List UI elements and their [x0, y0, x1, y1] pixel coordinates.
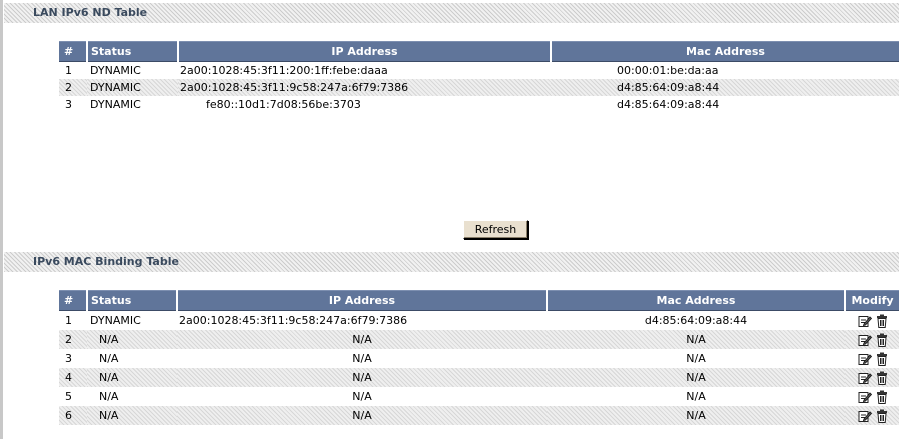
row-modify [845, 406, 899, 425]
edit-icon[interactable] [858, 352, 872, 366]
table-row: 4 N/A N/A N/A [59, 368, 899, 387]
trash-icon[interactable] [875, 352, 889, 366]
row-status: DYNAMIC [87, 79, 178, 96]
row-status: N/A [99, 352, 119, 365]
trash-icon[interactable] [875, 409, 889, 423]
table-row: 2 DYNAMIC 2a00:1028:45:3f11:9c58:247a:6f… [59, 79, 899, 96]
trash-icon[interactable] [875, 314, 889, 328]
col-ip-header: IP Address [178, 41, 552, 62]
row-status: N/A [87, 406, 177, 425]
row-modify [845, 311, 899, 331]
table-row: 3 N/A N/A N/A [59, 349, 899, 368]
row-modify [845, 387, 899, 406]
row-mac: N/A [547, 330, 845, 349]
row-ip: N/A [352, 352, 372, 365]
trash-icon[interactable] [875, 333, 889, 347]
row-num: 1 [65, 64, 72, 77]
row-mac: N/A [547, 406, 845, 425]
row-mac: N/A [686, 390, 706, 403]
table-row: 6 N/A N/A N/A [59, 406, 899, 425]
row-mac: N/A [686, 352, 706, 365]
row-status: DYNAMIC [90, 314, 141, 327]
row-num: 6 [59, 406, 87, 425]
nd-table-title: LAN IPv6 ND Table [4, 3, 899, 23]
refresh-button[interactable]: Refresh [463, 220, 528, 239]
left-border [0, 0, 3, 439]
trash-icon[interactable] [875, 371, 889, 385]
row-mac: 00:00:01:be:da:aa [617, 64, 719, 77]
col-mac-header: Mac Address [551, 41, 899, 62]
edit-icon[interactable] [858, 371, 872, 385]
edit-icon[interactable] [858, 390, 872, 404]
col-ip-header: IP Address [177, 290, 548, 311]
binding-table-header-row: # Status IP Address Mac Address Modify [59, 290, 899, 311]
row-modify [845, 349, 899, 368]
col-num-header: # [59, 290, 88, 311]
table-row: 3 DYNAMIC fe80::10d1:7d08:56be:3703 d4:8… [59, 96, 899, 113]
col-status-header: Status [87, 290, 178, 311]
table-row: 5 N/A N/A N/A [59, 387, 899, 406]
col-modify-header: Modify [845, 290, 899, 311]
row-mac: N/A [547, 368, 845, 387]
row-ip: 2a00:1028:45:3f11:9c58:247a:6f79:7386 [179, 314, 408, 327]
row-status: N/A [87, 368, 177, 387]
col-mac-header: Mac Address [547, 290, 846, 311]
col-status-header: Status [87, 41, 179, 62]
row-ip: N/A [352, 390, 372, 403]
mac-binding-table: # Status IP Address Mac Address Modify 1… [59, 290, 899, 425]
table-row: 1 DYNAMIC 2a00:1028:45:3f11:9c58:247a:6f… [59, 311, 899, 331]
row-num: 3 [65, 352, 72, 365]
table-row: 2 N/A N/A N/A [59, 330, 899, 349]
row-modify [845, 330, 899, 349]
row-mac: d4:85:64:09:a8:44 [644, 314, 748, 327]
edit-icon[interactable] [858, 333, 872, 347]
row-status: N/A [87, 330, 177, 349]
edit-icon[interactable] [858, 409, 872, 423]
row-num: 5 [65, 390, 72, 403]
nd-table: # Status IP Address Mac Address 1 DYNAMI… [59, 41, 899, 113]
row-ip: fe80::10d1:7d08:56be:3703 [206, 98, 361, 111]
col-num-header: # [59, 41, 88, 62]
row-status: DYNAMIC [90, 64, 141, 77]
row-num: 2 [59, 330, 87, 349]
row-ip: 2a00:1028:45:3f11:200:1ff:febe:daaa [180, 64, 388, 77]
row-num: 3 [65, 98, 72, 111]
row-status: DYNAMIC [90, 98, 141, 111]
nd-table-header-row: # Status IP Address Mac Address [59, 41, 899, 62]
row-status: N/A [99, 390, 119, 403]
edit-icon[interactable] [858, 314, 872, 328]
row-modify [845, 368, 899, 387]
row-ip: N/A [177, 406, 547, 425]
row-ip: N/A [177, 330, 547, 349]
row-num: 1 [65, 314, 72, 327]
row-ip: 2a00:1028:45:3f11:9c58:247a:6f79:7386 [178, 79, 551, 96]
row-num: 4 [59, 368, 87, 387]
table-row: 1 DYNAMIC 2a00:1028:45:3f11:200:1ff:febe… [59, 62, 899, 80]
binding-table-title: IPv6 MAC Binding Table [4, 252, 899, 272]
trash-icon[interactable] [875, 390, 889, 404]
row-mac: d4:85:64:09:a8:44 [617, 98, 720, 111]
row-mac: d4:85:64:09:a8:44 [551, 79, 899, 96]
row-ip: N/A [177, 368, 547, 387]
row-num: 2 [59, 79, 87, 96]
